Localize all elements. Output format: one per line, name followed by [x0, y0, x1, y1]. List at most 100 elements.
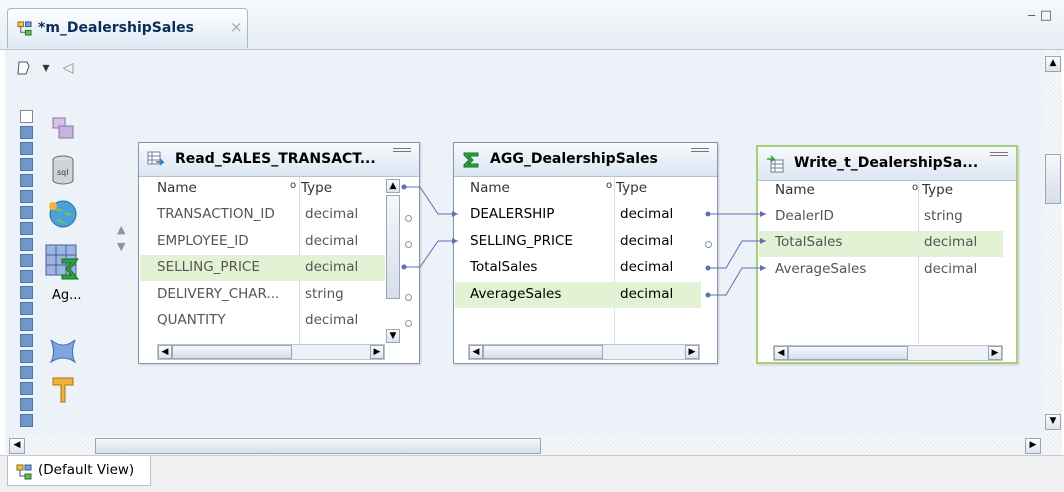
output-port[interactable] [405, 294, 412, 301]
palette-strip-item[interactable] [20, 334, 33, 347]
palette-strip-item[interactable] [20, 222, 33, 235]
output-port[interactable] [405, 215, 412, 222]
port-name[interactable]: DEALERSHIP [470, 206, 554, 222]
palette-dropdown-button[interactable]: ▾ [36, 55, 56, 81]
palette-item-lookup[interactable] [42, 194, 84, 234]
palette-strip-item[interactable] [20, 126, 33, 139]
port-name[interactable]: AverageSales [775, 261, 866, 277]
scroll-right-button[interactable]: ▶ [685, 345, 699, 359]
globe-icon [49, 200, 77, 228]
canvas-horizontal-scrollbar[interactable]: ◀ ▶ [5, 436, 1045, 455]
scroll-left-button[interactable]: ◀ [469, 345, 483, 359]
scroll-left-button[interactable]: ◀ [158, 345, 172, 359]
minimize-icon[interactable] [393, 148, 411, 152]
palette-mode-button[interactable] [14, 55, 34, 81]
transformation-agg-dealershipsales[interactable]: AGG_DealershipSales Name o Type DEALERSH… [453, 142, 718, 364]
database-icon: sql [52, 155, 74, 185]
minimize-icon[interactable] [691, 148, 709, 152]
palette-item-filter[interactable] [42, 370, 84, 410]
port-name[interactable]: TotalSales [775, 234, 842, 250]
mapping-icon [52, 117, 74, 139]
canvas-vertical-scrollbar[interactable]: ▲ ▼ [1043, 50, 1062, 453]
palette-strip-item[interactable] [20, 238, 33, 251]
vertical-scroll-thumb[interactable] [1045, 154, 1061, 204]
port-name[interactable]: TRANSACTION_ID [157, 206, 275, 222]
transformation-write-t-dealershipsales[interactable]: Write_t_DealershipSa... Name o Type Deal… [756, 145, 1018, 364]
transformation-header[interactable]: AGG_DealershipSales [454, 143, 717, 177]
port-name[interactable]: DealerID [775, 208, 834, 224]
scroll-up-button[interactable]: ▲ [386, 179, 400, 193]
port-name[interactable]: SELLING_PRICE [470, 233, 573, 249]
port-name[interactable]: DELIVERY_CHAR... [157, 286, 279, 302]
aggregator-sigma-icon [463, 152, 479, 168]
palette-strip-item[interactable] [20, 174, 33, 187]
port-type: decimal [305, 312, 359, 328]
scroll-down-button[interactable]: ▼ [386, 329, 400, 343]
port-name[interactable]: AverageSales [470, 286, 561, 302]
palette-strip-item[interactable] [20, 158, 33, 171]
view-tab-default[interactable]: (Default View) [7, 456, 151, 486]
palette-item-router[interactable] [42, 330, 84, 370]
palette-scroll-up-icon[interactable]: ▲ [117, 223, 125, 236]
column-header-type: Type [922, 182, 954, 198]
minimize-icon[interactable] [990, 152, 1008, 156]
palette-strip-item[interactable] [20, 398, 33, 411]
palette-strip-item[interactable] [20, 270, 33, 283]
palette-scroll-down-icon[interactable]: ▼ [117, 240, 125, 253]
horizontal-scrollbar[interactable]: ◀ ▶ [773, 345, 1003, 361]
scroll-up-button[interactable]: ▲ [1045, 56, 1061, 72]
port-type: decimal [305, 259, 359, 275]
scroll-left-button[interactable]: ◀ [9, 438, 25, 454]
port-name[interactable]: TotalSales [470, 259, 537, 275]
transformation-header[interactable]: Write_t_DealershipSa... [758, 147, 1016, 181]
key-icon: o [606, 180, 613, 191]
vertical-scroll-thumb[interactable] [386, 195, 400, 299]
output-port[interactable] [705, 241, 712, 248]
horizontal-scrollbar[interactable]: ◀ ▶ [468, 344, 700, 360]
port-type: string [924, 208, 963, 224]
palette-strip-item[interactable] [20, 302, 33, 315]
palette-strip-item[interactable] [20, 414, 33, 427]
palette-strip-item[interactable] [20, 110, 33, 123]
page-icon [17, 61, 30, 75]
port-type: string [305, 286, 344, 302]
editor-tab-m-dealershipsales[interactable]: *m_DealershipSales × [7, 8, 248, 48]
palette-strip-item[interactable] [20, 366, 33, 379]
palette-strip-item[interactable] [20, 254, 33, 267]
palette-strip-item[interactable] [20, 190, 33, 203]
window-controls[interactable]: ‒□ [1027, 8, 1056, 23]
palette-strip-item[interactable] [20, 142, 33, 155]
palette-item-source[interactable]: sql [42, 150, 84, 190]
palette-strip-item[interactable] [20, 206, 33, 219]
horizontal-scrollbar[interactable]: ◀ ▶ [157, 344, 385, 360]
port-name[interactable]: EMPLOYEE_ID [157, 233, 249, 249]
transformation-read-sales-transactions[interactable]: Read_SALES_TRANSACT... Name o Type TRANS… [138, 142, 420, 364]
output-port[interactable] [405, 320, 412, 327]
horizontal-scroll-thumb[interactable] [483, 345, 603, 359]
port-name[interactable]: SELLING_PRICE [157, 259, 260, 275]
palette-strip [20, 110, 34, 430]
output-port[interactable] [405, 241, 412, 248]
port-name[interactable]: QUANTITY [157, 312, 226, 328]
port-type: decimal [620, 206, 674, 222]
palette-item-mapping[interactable] [42, 108, 84, 148]
port-type: decimal [620, 233, 674, 249]
palette-strip-item[interactable] [20, 286, 33, 299]
palette-strip-item[interactable] [20, 382, 33, 395]
horizontal-scroll-thumb[interactable] [172, 345, 292, 359]
close-icon[interactable]: × [230, 18, 243, 36]
palette-strip-item[interactable] [20, 318, 33, 331]
scroll-right-button[interactable]: ▶ [1025, 438, 1041, 454]
transformation-title: Write_t_DealershipSa... [794, 155, 979, 171]
scroll-right-button[interactable]: ▶ [370, 345, 384, 359]
transformation-header[interactable]: Read_SALES_TRANSACT... [139, 143, 419, 177]
column-separator [614, 177, 615, 345]
collapse-icon[interactable]: ◁ [58, 55, 78, 81]
horizontal-scroll-thumb[interactable] [788, 346, 908, 360]
scroll-right-button[interactable]: ▶ [988, 346, 1002, 360]
horizontal-scroll-thumb[interactable] [95, 438, 541, 454]
scroll-left-button[interactable]: ◀ [774, 346, 788, 360]
palette-strip-item[interactable] [20, 350, 33, 363]
palette-item-aggregator[interactable]: Ag... [42, 244, 84, 303]
scroll-down-button[interactable]: ▼ [1045, 414, 1061, 430]
